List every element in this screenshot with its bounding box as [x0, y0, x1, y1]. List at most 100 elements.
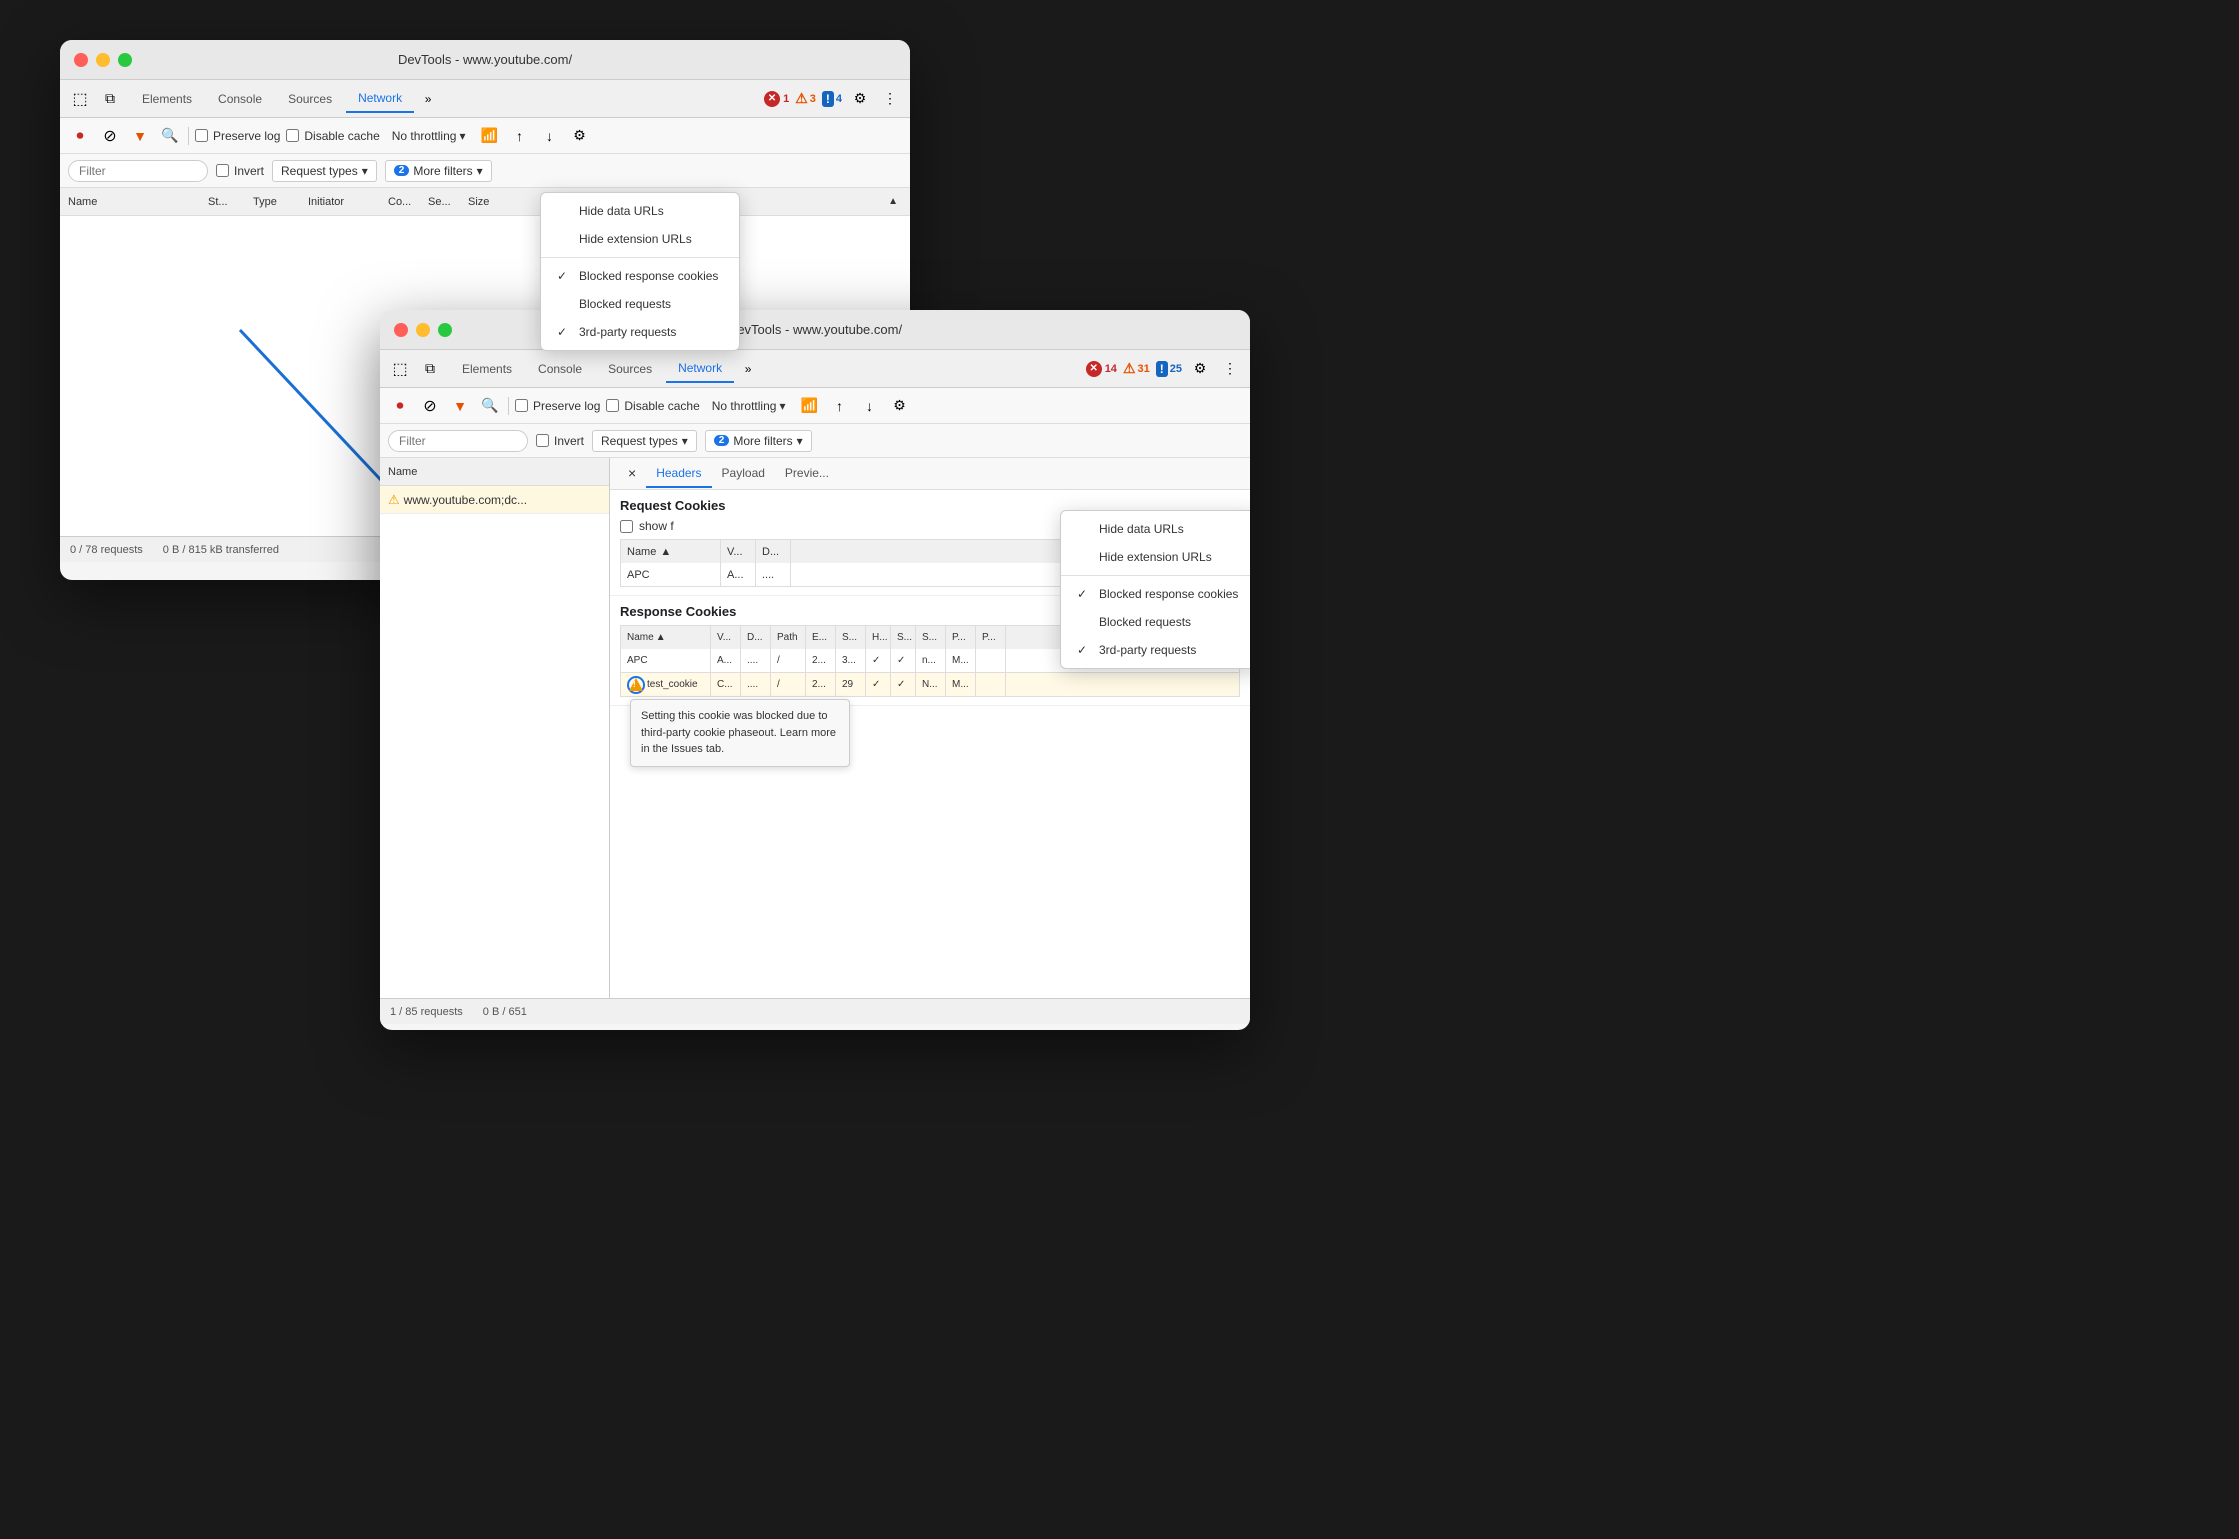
more-options-icon-2[interactable]: ⋮ — [1218, 357, 1242, 381]
cookie-tooltip: Setting this cookie was blocked due to t… — [630, 699, 850, 767]
close-button-1[interactable] — [74, 53, 88, 67]
dropdown-item-blocked-resp-2[interactable]: ✓ Blocked response cookies — [1061, 580, 1250, 608]
upload-icon-1[interactable]: ↑ — [507, 124, 531, 148]
device-icon[interactable]: ⧉ — [98, 87, 122, 111]
network-toolbar-1: ⏺ ⊘ ▼ 🔍 Preserve log Disable cache No th… — [60, 118, 910, 154]
req-col-name: Name ▲ — [621, 540, 721, 563]
col-header-initiator-1: Initiator — [308, 196, 388, 208]
tab-network-2[interactable]: Network — [666, 355, 734, 383]
record-btn-2[interactable]: ⏺ — [388, 394, 412, 418]
titlebar-2: DevTools - www.youtube.com/ — [380, 310, 1250, 350]
disable-cache-checkbox-2[interactable]: Disable cache — [606, 399, 699, 413]
resp-cell-p2-apc — [976, 649, 1006, 672]
dropdown-item-hide-data-urls-2[interactable]: Hide data URLs — [1061, 515, 1250, 543]
more-options-icon-1[interactable]: ⋮ — [878, 87, 902, 111]
show-filter-checkbox[interactable] — [620, 520, 633, 533]
tab-sources-2[interactable]: Sources — [596, 356, 664, 382]
clear-btn-1[interactable]: ⊘ — [98, 124, 122, 148]
device-icon-2[interactable]: ⧉ — [418, 357, 442, 381]
warn-triangle-icon-1: ⚠ — [388, 492, 400, 508]
tab-sources-1[interactable]: Sources — [276, 86, 344, 112]
tab-headers[interactable]: Headers — [646, 460, 711, 488]
dropdown-item-hide-extension-urls-1[interactable]: Hide extension URLs — [541, 225, 739, 253]
invert-input-2[interactable] — [536, 434, 549, 447]
info-badge-2: ! 25 — [1156, 361, 1182, 377]
check-mark-4: ✓ — [1077, 643, 1091, 657]
tab-console-1[interactable]: Console — [206, 86, 274, 112]
col-header-co-1: Co... — [388, 196, 428, 208]
preserve-log-checkbox-2[interactable]: Preserve log — [515, 399, 600, 413]
disable-cache-input-2[interactable] — [606, 399, 619, 412]
request-types-btn-1[interactable]: Request types ▾ — [272, 160, 377, 182]
preserve-log-input-1[interactable] — [195, 129, 208, 142]
maximize-button-1[interactable] — [118, 53, 132, 67]
invert-input-1[interactable] — [216, 164, 229, 177]
table-row-1[interactable]: ⚠ www.youtube.com;dc... — [380, 486, 609, 514]
record-btn-1[interactable]: ⏺ — [68, 124, 92, 148]
tab-elements-2[interactable]: Elements — [450, 356, 524, 382]
download-icon-2[interactable]: ↓ — [857, 394, 881, 418]
error-badge-1: ✕ 1 — [764, 91, 789, 107]
upload-icon-2[interactable]: ↑ — [827, 394, 851, 418]
dropdown-item-blocked-resp-1[interactable]: ✓ Blocked response cookies — [541, 262, 739, 290]
request-types-btn-2[interactable]: Request types ▾ — [592, 430, 697, 452]
filter-icon-1[interactable]: ▼ — [128, 124, 152, 148]
minimize-button-2[interactable] — [416, 323, 430, 337]
dropdown-item-3rd-party-1[interactable]: ✓ 3rd-party requests — [541, 318, 739, 346]
dropdown-menu-1: Hide data URLs Hide extension URLs ✓ Blo… — [540, 192, 740, 351]
throttle-select-2[interactable]: No throttling ▾ — [706, 397, 792, 415]
invert-checkbox-2[interactable]: Invert — [536, 434, 584, 448]
search-icon-2[interactable]: 🔍 — [478, 394, 502, 418]
tab-payload[interactable]: Payload — [712, 460, 775, 488]
check-mark-2: ✓ — [557, 325, 571, 339]
tab-preview[interactable]: Previe... — [775, 460, 839, 488]
resp-cookie-row-test[interactable]: test_cookie C... .... / 2... 29 ✓ ✓ N...… — [620, 673, 1240, 697]
disable-cache-input-1[interactable] — [286, 129, 299, 142]
minimize-button-1[interactable] — [96, 53, 110, 67]
more-filters-btn-1[interactable]: 2 More filters ▾ — [385, 160, 492, 182]
throttle-select-1[interactable]: No throttling ▾ — [386, 127, 472, 145]
resp-cell-p-apc: M... — [946, 649, 976, 672]
divider-1a — [188, 127, 189, 145]
settings-icon-2[interactable]: ⚙ — [567, 124, 591, 148]
disable-cache-checkbox-1[interactable]: Disable cache — [286, 129, 379, 143]
close-button-2[interactable] — [394, 323, 408, 337]
maximize-button-2[interactable] — [438, 323, 452, 337]
wifi-icon-2[interactable]: 📶 — [797, 394, 821, 418]
download-icon-1[interactable]: ↓ — [537, 124, 561, 148]
search-icon-1[interactable]: 🔍 — [158, 124, 182, 148]
dropdown-item-hide-data-urls-1[interactable]: Hide data URLs — [541, 197, 739, 225]
tab-console-2[interactable]: Console — [526, 356, 594, 382]
dropdown-item-blocked-req-1[interactable]: Blocked requests — [541, 290, 739, 318]
resp-cell-e-apc: 2... — [806, 649, 836, 672]
preserve-log-checkbox-1[interactable]: Preserve log — [195, 129, 280, 143]
filter-input-2[interactable] — [388, 430, 528, 452]
more-filters-btn-2[interactable]: 2 More filters ▾ — [705, 430, 812, 452]
dropdown-item-blocked-req-2[interactable]: Blocked requests — [1061, 608, 1250, 636]
preserve-log-input-2[interactable] — [515, 399, 528, 412]
tab-elements-1[interactable]: Elements — [130, 86, 204, 112]
more-tabs-icon-2[interactable]: » — [736, 357, 760, 381]
inspect-icon[interactable]: ⬚ — [68, 87, 92, 111]
tab-network-1[interactable]: Network — [346, 85, 414, 113]
more-tabs-icon-1[interactable]: » — [416, 87, 440, 111]
dropdown-item-hide-extension-urls-2[interactable]: Hide extension URLs — [1061, 543, 1250, 571]
close-detail-tab[interactable]: × — [618, 459, 646, 489]
resp-cell-s-apc: 3... — [836, 649, 866, 672]
settings-icon-4[interactable]: ⚙ — [887, 394, 911, 418]
filter-input-1[interactable] — [68, 160, 208, 182]
inspect-icon-2[interactable]: ⬚ — [388, 357, 412, 381]
col-header-status-1: St... — [208, 196, 253, 208]
request-count-1: 0 / 78 requests — [70, 544, 143, 556]
resp-cell-d-test: .... — [741, 673, 771, 696]
settings-icon-1[interactable]: ⚙ — [848, 87, 872, 111]
dropdown-item-3rd-party-2[interactable]: ✓ 3rd-party requests — [1061, 636, 1250, 664]
invert-checkbox-1[interactable]: Invert — [216, 164, 264, 178]
dropdown-separator-1 — [541, 257, 739, 258]
req-col-d: D... — [756, 540, 791, 563]
wifi-icon-1[interactable]: 📶 — [477, 124, 501, 148]
settings-icon-3[interactable]: ⚙ — [1188, 357, 1212, 381]
clear-btn-2[interactable]: ⊘ — [418, 394, 442, 418]
warn-circle-icon — [627, 676, 645, 694]
filter-icon-2[interactable]: ▼ — [448, 394, 472, 418]
